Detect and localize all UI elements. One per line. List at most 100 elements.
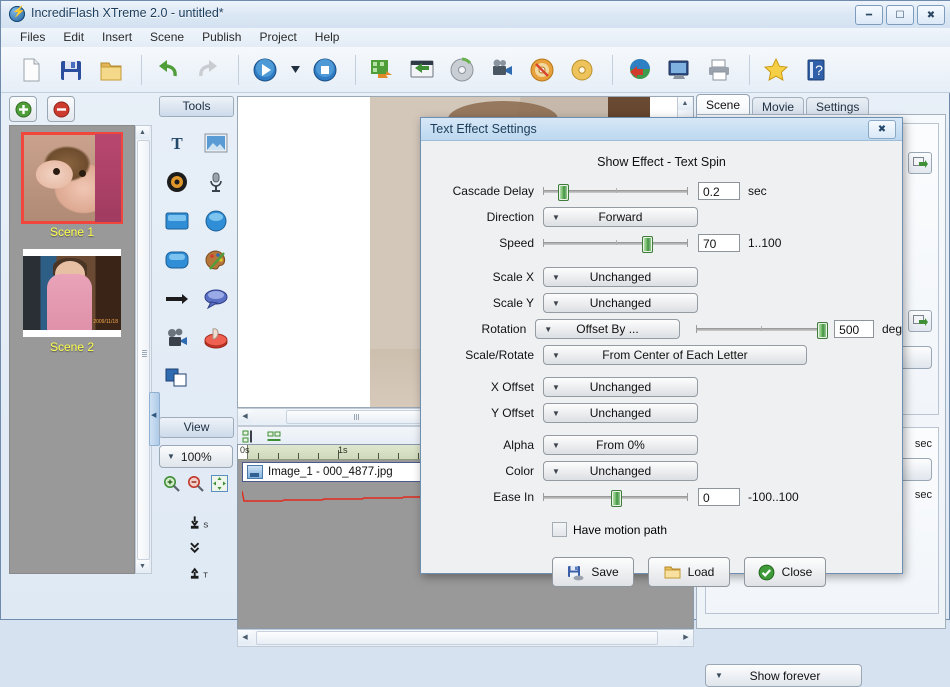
scroll-right-icon[interactable]: ▶ (679, 630, 693, 644)
have-motion-path-label: Have motion path (573, 522, 668, 537)
distribute-objects-icon[interactable] (265, 428, 283, 444)
scene-list-item[interactable]: Scene 1 (10, 126, 134, 241)
color-select[interactable]: ▼ Unchanged (543, 461, 698, 481)
cascade-delay-slider[interactable] (543, 183, 688, 201)
insert-frame-icon[interactable] (908, 152, 932, 174)
speed-slider[interactable] (543, 235, 688, 253)
ease-in-value[interactable]: 0 (698, 488, 740, 506)
cd-button[interactable] (564, 52, 600, 88)
x-offset-value: Unchanged (589, 380, 652, 394)
play-dropdown-button[interactable] (287, 52, 303, 88)
align-objects-icon[interactable] (240, 428, 258, 444)
scene-thumbnail[interactable]: 2009/11/18 (23, 249, 121, 337)
new-document-button[interactable] (13, 52, 49, 88)
x-offset-select[interactable]: ▼ Unchanged (543, 377, 698, 397)
button-tool-icon[interactable] (198, 320, 234, 356)
text-tool-icon[interactable]: T (159, 125, 195, 161)
send-to-start-icon[interactable]: S (189, 513, 208, 532)
video-tool-icon[interactable] (159, 320, 195, 356)
y-offset-select[interactable]: ▼ Unchanged (543, 403, 698, 423)
burn-cd-button[interactable] (524, 52, 560, 88)
send-down-icon[interactable] (189, 538, 208, 557)
monitor-button[interactable] (661, 52, 697, 88)
arrow-tool-icon[interactable] (159, 281, 195, 317)
rotation-select[interactable]: ▼ Offset By ... (535, 319, 680, 339)
direction-select[interactable]: ▼ Forward (543, 207, 698, 227)
maximize-button[interactable]: ☐ (886, 5, 914, 25)
scroll-up-icon[interactable]: ▲ (678, 97, 692, 110)
printer-button[interactable] (701, 52, 737, 88)
menu-item-scene[interactable]: Scene (141, 28, 193, 46)
minimize-button[interactable]: ━ (855, 5, 883, 25)
zoom-out-icon[interactable] (186, 474, 205, 493)
tab-scene[interactable]: Scene (696, 94, 751, 116)
camera-button[interactable] (484, 52, 520, 88)
scrollbar-thumb[interactable] (286, 410, 428, 424)
globe-upload-button[interactable] (621, 52, 657, 88)
disc-button[interactable] (444, 52, 480, 88)
menu-item-insert[interactable]: Insert (93, 28, 141, 46)
palette-tool-icon[interactable] (198, 242, 234, 278)
remove-scene-button[interactable] (47, 96, 76, 122)
close-button[interactable]: ✖ (917, 5, 945, 25)
show-duration-select[interactable]: ▼ Show forever (705, 664, 862, 687)
save-button[interactable] (53, 52, 89, 88)
scale-rotate-select[interactable]: ▼ From Center of Each Letter (543, 345, 807, 365)
scale-x-select[interactable]: ▼ Unchanged (543, 267, 698, 287)
fit-to-window-icon[interactable] (210, 474, 229, 493)
scroll-up-icon[interactable]: ▲ (136, 126, 149, 139)
scene-thumbnail[interactable] (21, 132, 123, 224)
scrollbar-thumb[interactable] (137, 140, 150, 560)
zoom-level-select[interactable]: ▼ 100% (159, 445, 233, 468)
window-back-button[interactable] (404, 52, 440, 88)
play-button[interactable] (247, 52, 283, 88)
svg-text:?: ? (815, 62, 823, 78)
alpha-select[interactable]: ▼ From 0% (543, 435, 698, 455)
rotation-unit: deg (881, 322, 903, 336)
favorite-star-button[interactable] (758, 52, 794, 88)
dialog-close-button[interactable]: ✖ (868, 120, 896, 139)
scale-y-select[interactable]: ▼ Unchanged (543, 293, 698, 313)
export-flash-button[interactable] (364, 52, 400, 88)
scrollbar-thumb[interactable] (256, 631, 658, 645)
dialog-load-button[interactable]: Load (648, 557, 730, 587)
open-folder-button[interactable] (93, 52, 129, 88)
speech-bubble-tool-icon[interactable] (198, 281, 234, 317)
menu-item-help[interactable]: Help (306, 28, 349, 46)
dialog-close-action-button[interactable]: Close (744, 557, 826, 587)
dialog-save-button[interactable]: Save (552, 557, 634, 587)
scroll-left-icon[interactable]: ◀ (238, 409, 252, 423)
menu-item-publish[interactable]: Publish (193, 28, 250, 46)
layers-tool-icon[interactable] (159, 359, 195, 395)
scene-list-scrollbar[interactable]: ▲ ▼ (135, 125, 152, 574)
image-tool-icon[interactable] (198, 125, 234, 161)
sound-tool-icon[interactable] (159, 164, 195, 200)
insert-frame-icon[interactable] (908, 310, 932, 332)
undo-button[interactable] (150, 52, 186, 88)
stop-button[interactable] (307, 52, 343, 88)
ease-in-slider[interactable] (543, 489, 688, 507)
rounded-rect-tool-icon[interactable] (159, 242, 195, 278)
chevron-down-icon: ▼ (552, 466, 560, 476)
menu-item-edit[interactable]: Edit (54, 28, 93, 46)
rotation-slider[interactable] (695, 321, 829, 339)
menu-item-project[interactable]: Project (250, 28, 305, 46)
help-book-button[interactable]: ? (798, 52, 834, 88)
cascade-delay-value[interactable]: 0.2 (698, 182, 740, 200)
microphone-tool-icon[interactable] (198, 164, 234, 200)
bring-to-top-icon[interactable]: T (189, 563, 208, 582)
scene-list[interactable]: Scene 1 2009/11/18 Scene 2 (9, 125, 135, 574)
scroll-left-icon[interactable]: ◀ (238, 630, 252, 644)
scroll-down-icon[interactable]: ▼ (136, 560, 149, 573)
timeline-horizontal-scrollbar[interactable]: ◀ ▶ (237, 629, 694, 647)
speed-value[interactable]: 70 (698, 234, 740, 252)
scene-list-item[interactable]: 2009/11/18 Scene 2 (10, 241, 134, 356)
rotation-degrees-value[interactable]: 500 (834, 320, 874, 338)
circle-tool-icon[interactable] (198, 203, 234, 239)
rectangle-tool-icon[interactable] (159, 203, 195, 239)
zoom-in-icon[interactable] (162, 474, 181, 493)
have-motion-path-checkbox[interactable] (552, 522, 567, 537)
menu-item-files[interactable]: Files (11, 28, 54, 46)
add-scene-button[interactable] (9, 96, 37, 122)
redo-button[interactable] (190, 52, 226, 88)
